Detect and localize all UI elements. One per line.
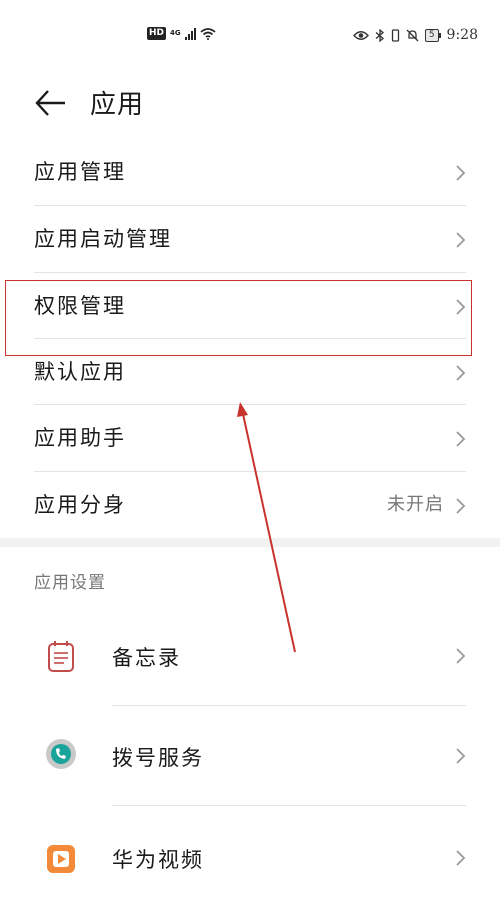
chevron-right-icon bbox=[456, 498, 466, 514]
chevron-right-icon bbox=[456, 748, 466, 764]
section-title: 应用设置 bbox=[34, 573, 106, 593]
menu-item-label: 应用管理 bbox=[34, 160, 126, 184]
battery-level: 5 bbox=[424, 28, 439, 42]
back-arrow-icon[interactable] bbox=[34, 86, 68, 120]
mute-bell-icon bbox=[406, 29, 419, 41]
menu-item-label: 应用启动管理 bbox=[34, 227, 172, 251]
status-right: 5 9:28 bbox=[352, 27, 478, 43]
app-bar: 应用 bbox=[0, 78, 500, 126]
menu-item-app-twin[interactable]: 应用分身 未开启 bbox=[0, 472, 500, 538]
menu-item-label: 应用分身 bbox=[34, 493, 126, 517]
app-item-label: 备忘录 bbox=[112, 646, 181, 670]
network-type: 4G bbox=[170, 30, 181, 37]
signal-icon bbox=[184, 27, 196, 40]
app-item-memo[interactable]: 备忘录 bbox=[0, 606, 500, 706]
app-item-huawei-video[interactable]: 华为视频 bbox=[0, 806, 500, 906]
app-item-dialer[interactable]: 拨号服务 bbox=[0, 706, 500, 806]
video-icon bbox=[47, 845, 75, 873]
bluetooth-icon bbox=[375, 28, 384, 42]
wifi-icon bbox=[200, 27, 216, 40]
chevron-right-icon bbox=[456, 850, 466, 866]
hd-badge: HD bbox=[147, 27, 167, 40]
highlight-annotation-box bbox=[5, 280, 472, 356]
chevron-right-icon bbox=[456, 232, 466, 248]
page-title: 应用 bbox=[90, 90, 145, 120]
eye-icon bbox=[352, 30, 369, 40]
clock: 9:28 bbox=[446, 27, 478, 43]
chevron-right-icon bbox=[456, 648, 466, 664]
vibrate-icon bbox=[391, 28, 399, 42]
app-item-label: 华为视频 bbox=[112, 848, 204, 872]
chevron-right-icon bbox=[456, 431, 466, 447]
memo-icon bbox=[48, 641, 74, 672]
status-left: HD 4G bbox=[147, 27, 216, 40]
battery-icon: 5 bbox=[424, 28, 441, 42]
menu-item-app-management[interactable]: 应用管理 bbox=[0, 139, 500, 205]
chevron-right-icon bbox=[456, 365, 466, 381]
app-item-label: 拨号服务 bbox=[112, 746, 204, 770]
section-separator bbox=[0, 538, 500, 547]
menu-item-label: 应用助手 bbox=[34, 426, 126, 450]
menu-item-startup-management[interactable]: 应用启动管理 bbox=[0, 206, 500, 272]
chevron-right-icon bbox=[456, 165, 466, 181]
menu-item-app-assistant[interactable]: 应用助手 bbox=[0, 405, 500, 471]
status-bar: HD 4G 5 9:28 bbox=[0, 0, 500, 60]
app-twin-status: 未开启 bbox=[387, 494, 444, 515]
dialer-icon bbox=[46, 739, 76, 769]
network-label: 4G bbox=[170, 29, 181, 37]
